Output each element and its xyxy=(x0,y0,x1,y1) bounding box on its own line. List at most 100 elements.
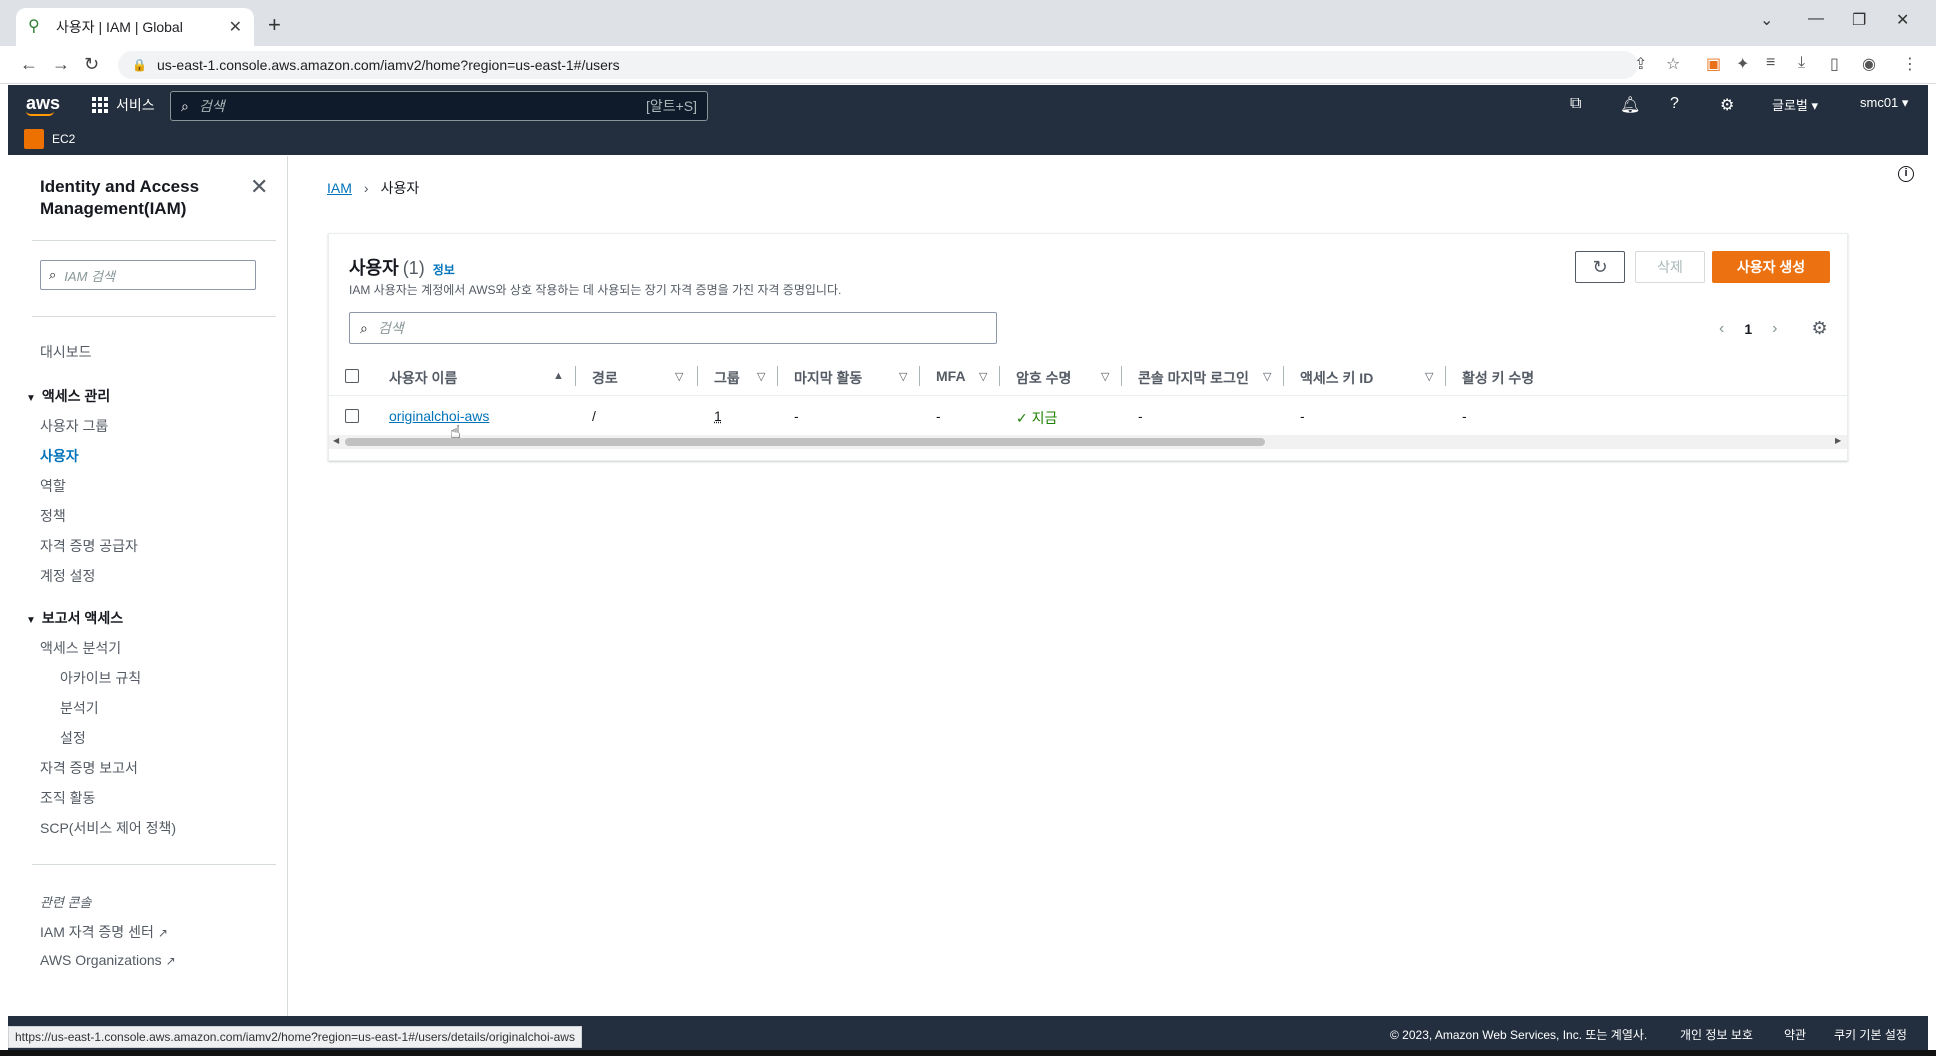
sidebar-link-organizations[interactable]: AWS Organizations ↗ xyxy=(40,952,176,968)
aws-logo[interactable]: aws xyxy=(26,93,60,116)
sort-icon[interactable]: ▽ xyxy=(1425,370,1433,383)
pagination: ‹ 1 › ⚙ xyxy=(1709,318,1838,339)
sidebar-item-policies[interactable]: 정책 xyxy=(40,506,66,526)
sidebar-section-access-mgmt[interactable]: ▼ 액세스 관리 xyxy=(26,386,110,406)
col-password-age[interactable]: 암호 수명 xyxy=(1016,368,1071,388)
reading-list-icon[interactable]: ≡ xyxy=(1766,54,1775,72)
cloudshell-icon[interactable]: ⧉ xyxy=(1570,95,1581,113)
url-field[interactable]: 🔒 us-east-1.console.aws.amazon.com/iamv2… xyxy=(118,51,1638,79)
refresh-button[interactable]: ↻ xyxy=(1575,251,1625,283)
next-page-icon[interactable]: › xyxy=(1772,320,1777,338)
sort-icon[interactable]: ▽ xyxy=(899,370,907,383)
sort-icon[interactable]: ▽ xyxy=(979,370,987,383)
iam-search-placeholder: IAM 검색 xyxy=(64,268,115,284)
window-close-icon[interactable]: ✕ xyxy=(1896,10,1909,30)
scrollbar-thumb[interactable] xyxy=(345,438,1265,446)
table-preferences-gear-icon[interactable]: ⚙ xyxy=(1811,318,1827,339)
profile-avatar[interactable]: ◉ xyxy=(1862,54,1876,74)
sort-asc-icon[interactable]: ▲ xyxy=(553,370,564,382)
services-menu-button[interactable]: 서비스 xyxy=(92,95,155,115)
puzzle-icon[interactable]: ✦ xyxy=(1736,54,1749,74)
new-tab-icon[interactable]: + xyxy=(268,12,281,38)
info-panel-icon[interactable]: i xyxy=(1898,166,1914,182)
sidebar-item-user-groups[interactable]: 사용자 그룹 xyxy=(40,416,108,436)
extension-icon[interactable]: ▣ xyxy=(1706,54,1721,74)
browser-menu-icon[interactable]: ⋮ xyxy=(1902,54,1918,74)
col-active-key-age[interactable]: 활성 키 수명 xyxy=(1462,368,1534,388)
cell-active-key-age: - xyxy=(1462,408,1467,424)
current-page[interactable]: 1 xyxy=(1744,321,1752,337)
col-mfa[interactable]: MFA xyxy=(936,368,966,384)
sidebar-item-dashboard[interactable]: 대시보드 xyxy=(40,342,92,362)
user-name-link[interactable]: originalchoi-aws xyxy=(389,408,489,424)
sidebar-section-access-reports[interactable]: ▼ 보고서 액세스 xyxy=(26,608,123,628)
region-selector[interactable]: 글로벌 ▾ xyxy=(1772,95,1818,114)
sort-icon[interactable]: ▽ xyxy=(757,370,765,383)
info-link[interactable]: 정보 xyxy=(433,263,455,277)
back-icon[interactable]: ← xyxy=(20,54,38,75)
search-icon: ⌕ xyxy=(360,319,368,336)
favorite-ec2[interactable]: EC2 xyxy=(24,129,75,149)
prev-page-icon[interactable]: ‹ xyxy=(1719,320,1724,338)
cell-groups[interactable]: 1 xyxy=(714,408,722,424)
footer-copyright: © 2023, Amazon Web Services, Inc. 또는 계열사… xyxy=(1390,1028,1648,1042)
sidebar-item-identity-providers[interactable]: 자격 증명 공급자 xyxy=(40,536,138,556)
col-groups[interactable]: 그룹 xyxy=(714,368,740,388)
create-user-button[interactable]: 사용자 생성 xyxy=(1712,251,1830,283)
col-user-name[interactable]: 사용자 이름 xyxy=(389,368,457,388)
panel-title-text: 사용자 xyxy=(349,258,399,278)
bookmark-star-icon[interactable]: ☆ xyxy=(1666,54,1680,74)
link-label: IAM 자격 증명 센터 xyxy=(40,924,154,940)
aws-logo-text: aws xyxy=(26,93,61,113)
account-menu[interactable]: smc01 ▾ xyxy=(1860,95,1908,111)
tab-close-icon[interactable]: ✕ xyxy=(229,17,242,37)
minimize-icon[interactable]: — xyxy=(1808,10,1824,28)
horizontal-scrollbar[interactable]: ◀ ▶ xyxy=(329,435,1847,449)
sidebar-item-org-activity[interactable]: 조직 활동 xyxy=(40,788,95,808)
aws-search-input[interactable]: ⌕ 검색 [알트+S] xyxy=(170,91,708,121)
iam-search-input[interactable]: ⌕ IAM 검색 xyxy=(40,260,256,290)
sidebar-item-scp[interactable]: SCP(서비스 제어 정책) xyxy=(40,818,176,838)
cell-console-last-signin: - xyxy=(1138,408,1143,424)
col-console-last-signin[interactable]: 콘솔 마지막 로그인 xyxy=(1138,368,1249,388)
col-last-activity[interactable]: 마지막 활동 xyxy=(794,368,862,388)
footer-privacy-link[interactable]: 개인 정보 보호 xyxy=(1680,1026,1753,1043)
help-icon[interactable]: ? xyxy=(1670,95,1679,113)
sidebar-item-users[interactable]: 사용자 xyxy=(40,446,79,466)
select-all-checkbox[interactable] xyxy=(345,369,359,383)
sort-icon[interactable]: ▽ xyxy=(675,370,683,383)
browser-tab[interactable]: ⚲ 사용자 | IAM | Global ✕ xyxy=(16,8,254,46)
footer-cookies-link[interactable]: 쿠키 기본 설정 xyxy=(1834,1026,1907,1043)
footer-terms-link[interactable]: 약관 xyxy=(1784,1026,1806,1043)
forward-icon[interactable]: → xyxy=(52,54,70,75)
breadcrumb-iam-link[interactable]: IAM xyxy=(327,180,352,196)
tab-search-icon[interactable]: ⌄ xyxy=(1760,10,1773,30)
sidebar-item-analyzer-settings[interactable]: 설정 xyxy=(60,728,86,748)
row-checkbox[interactable] xyxy=(345,409,359,423)
delete-button[interactable]: 삭제 xyxy=(1635,251,1705,283)
users-search-input[interactable]: ⌕ 검색 xyxy=(349,312,997,344)
scroll-left-icon[interactable]: ◀ xyxy=(333,436,339,445)
related-consoles-label: 관련 콘솔 xyxy=(40,895,92,910)
column-separator xyxy=(999,366,1000,386)
scroll-right-icon[interactable]: ▶ xyxy=(1835,436,1841,445)
share-icon[interactable]: ⇪ xyxy=(1634,54,1647,74)
sidebar-item-analyzers[interactable]: 분석기 xyxy=(60,698,99,718)
download-icon[interactable]: ⤓ xyxy=(1798,54,1805,72)
notifications-icon[interactable]: 🔔︎ xyxy=(1620,95,1640,115)
reload-icon[interactable]: ↻ xyxy=(84,54,99,75)
settings-gear-icon[interactable]: ⚙ xyxy=(1720,95,1734,115)
col-access-key-id[interactable]: 액세스 키 ID xyxy=(1300,368,1373,388)
sort-icon[interactable]: ▽ xyxy=(1263,370,1271,383)
sort-icon[interactable]: ▽ xyxy=(1101,370,1109,383)
side-panel-icon[interactable]: ▯ xyxy=(1830,54,1839,74)
sidebar-close-icon[interactable]: ✕ xyxy=(250,174,268,200)
sidebar-item-account-settings[interactable]: 계정 설정 xyxy=(40,566,95,586)
sidebar-item-archive-rules[interactable]: 아카이브 규칙 xyxy=(60,668,141,688)
sidebar-link-identity-center[interactable]: IAM 자격 증명 센터 ↗ xyxy=(40,922,168,942)
sidebar-item-roles[interactable]: 역할 xyxy=(40,476,66,496)
restore-icon[interactable]: ❐ xyxy=(1852,10,1866,30)
sidebar-item-credential-report[interactable]: 자격 증명 보고서 xyxy=(40,758,138,778)
sidebar-item-access-analyzer[interactable]: 액세스 분석기 xyxy=(40,638,121,658)
col-path[interactable]: 경로 xyxy=(592,368,618,388)
